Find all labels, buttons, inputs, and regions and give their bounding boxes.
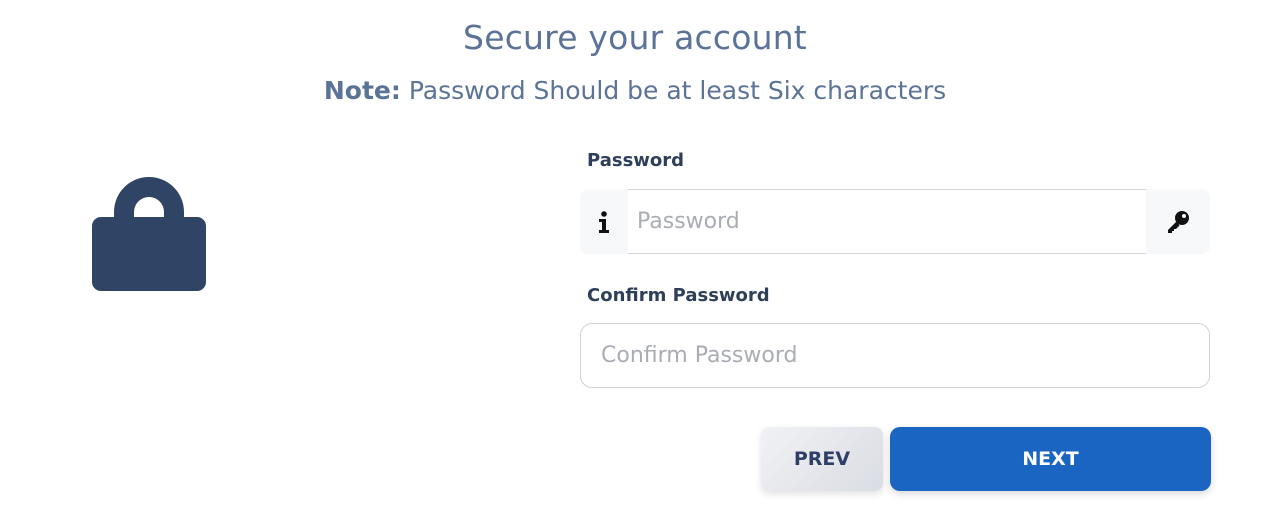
- lock-icon: [92, 177, 206, 291]
- confirm-password-input[interactable]: [580, 323, 1210, 388]
- next-button[interactable]: NEXT: [890, 427, 1211, 491]
- page-title: Secure your account: [463, 18, 807, 57]
- secure-account-page: Secure your account Note: Password Shoul…: [0, 0, 1270, 515]
- key-icon[interactable]: [1146, 189, 1210, 254]
- confirm-password-label: Confirm Password: [587, 285, 770, 306]
- password-input-group: [580, 189, 1210, 254]
- note-label: Note:: [323, 76, 401, 105]
- password-label: Password: [587, 150, 685, 171]
- note-text: Password Should be at least Six characte…: [400, 76, 947, 105]
- info-icon: [580, 189, 628, 254]
- password-note: Note: Password Should be at least Six ch…: [0, 76, 1270, 105]
- prev-button[interactable]: PREV: [761, 427, 883, 491]
- password-input[interactable]: [628, 189, 1146, 254]
